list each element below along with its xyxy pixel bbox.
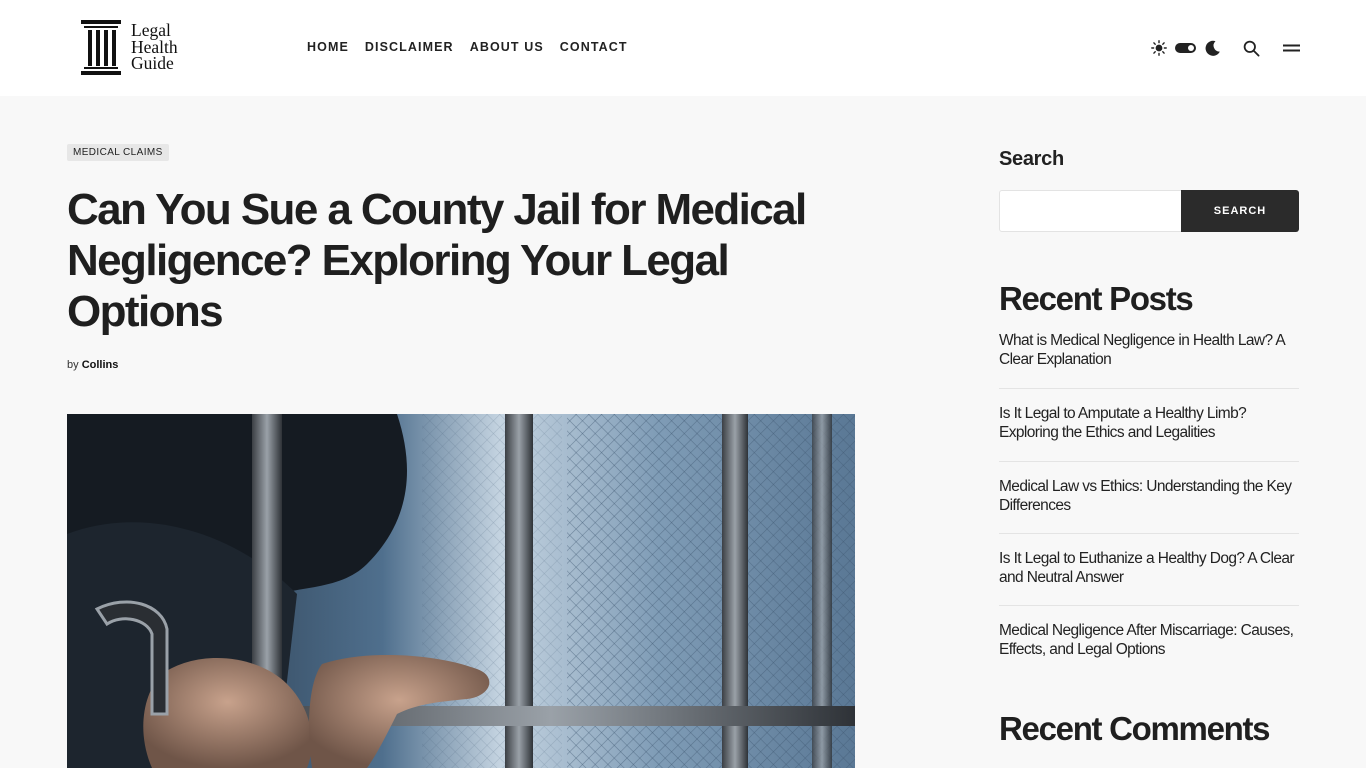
logo-line-3: Guide xyxy=(131,53,174,73)
list-item: Is It Legal to Amputate a Healthy Limb? … xyxy=(999,389,1299,462)
pillar-logo-icon xyxy=(81,20,121,75)
post-byline: by Collins xyxy=(67,359,118,371)
recent-post-link[interactable]: Is It Legal to Euthanize a Healthy Dog? … xyxy=(999,550,1299,587)
search-icon[interactable] xyxy=(1240,37,1262,59)
category-badge[interactable]: MEDICAL CLAIMS xyxy=(67,144,169,161)
sidebar-search-button[interactable]: SEARCH xyxy=(1181,190,1299,232)
sidebar-search-input[interactable] xyxy=(999,190,1182,232)
list-item: What is Medical Negligence in Health Law… xyxy=(999,332,1299,389)
nav-home[interactable]: HOME xyxy=(307,40,349,54)
jail-bars-hands-image xyxy=(67,414,855,768)
sidebar-search-title: Search xyxy=(999,148,1064,170)
post-title: Can You Sue a County Jail for Medical Ne… xyxy=(67,185,807,336)
nav-about-us[interactable]: ABOUT US xyxy=(470,40,544,54)
author-link[interactable]: Collins xyxy=(82,359,119,371)
toggle-track xyxy=(1174,43,1196,53)
site-logo[interactable]: Legal Health Guide xyxy=(79,18,189,78)
by-label: by xyxy=(67,359,79,371)
list-item: Medical Negligence After Miscarriage: Ca… xyxy=(999,606,1299,659)
sun-icon[interactable] xyxy=(1150,37,1167,59)
logo-text: Legal Health Guide xyxy=(131,22,178,72)
main-nav: HOME DISCLAIMER ABOUT US CONTACT xyxy=(307,40,628,54)
list-item: Is It Legal to Euthanize a Healthy Dog? … xyxy=(999,534,1299,606)
recent-comments-title: Recent Comments xyxy=(999,710,1271,747)
dark-mode-toggle[interactable] xyxy=(1174,37,1196,59)
site-header: Legal Health Guide HOME DISCLAIMER ABOUT… xyxy=(0,0,1366,96)
header-tools xyxy=(1150,37,1300,59)
recent-posts-list: What is Medical Negligence in Health Law… xyxy=(999,332,1299,659)
hamburger-menu-icon[interactable] xyxy=(1281,37,1301,59)
nav-contact[interactable]: CONTACT xyxy=(560,40,628,54)
list-item: Medical Law vs Ethics: Understanding the… xyxy=(999,462,1299,534)
moon-icon[interactable] xyxy=(1202,37,1222,59)
recent-post-link[interactable]: Is It Legal to Amputate a Healthy Limb? … xyxy=(999,405,1299,442)
nav-disclaimer[interactable]: DISCLAIMER xyxy=(365,40,454,54)
toggle-knob xyxy=(1187,45,1194,51)
recent-posts-title: Recent Posts xyxy=(999,280,1194,317)
recent-post-link[interactable]: Medical Law vs Ethics: Understanding the… xyxy=(999,478,1299,515)
featured-image xyxy=(67,414,855,768)
recent-post-link[interactable]: Medical Negligence After Miscarriage: Ca… xyxy=(999,622,1299,659)
recent-post-link[interactable]: What is Medical Negligence in Health Law… xyxy=(999,332,1299,369)
